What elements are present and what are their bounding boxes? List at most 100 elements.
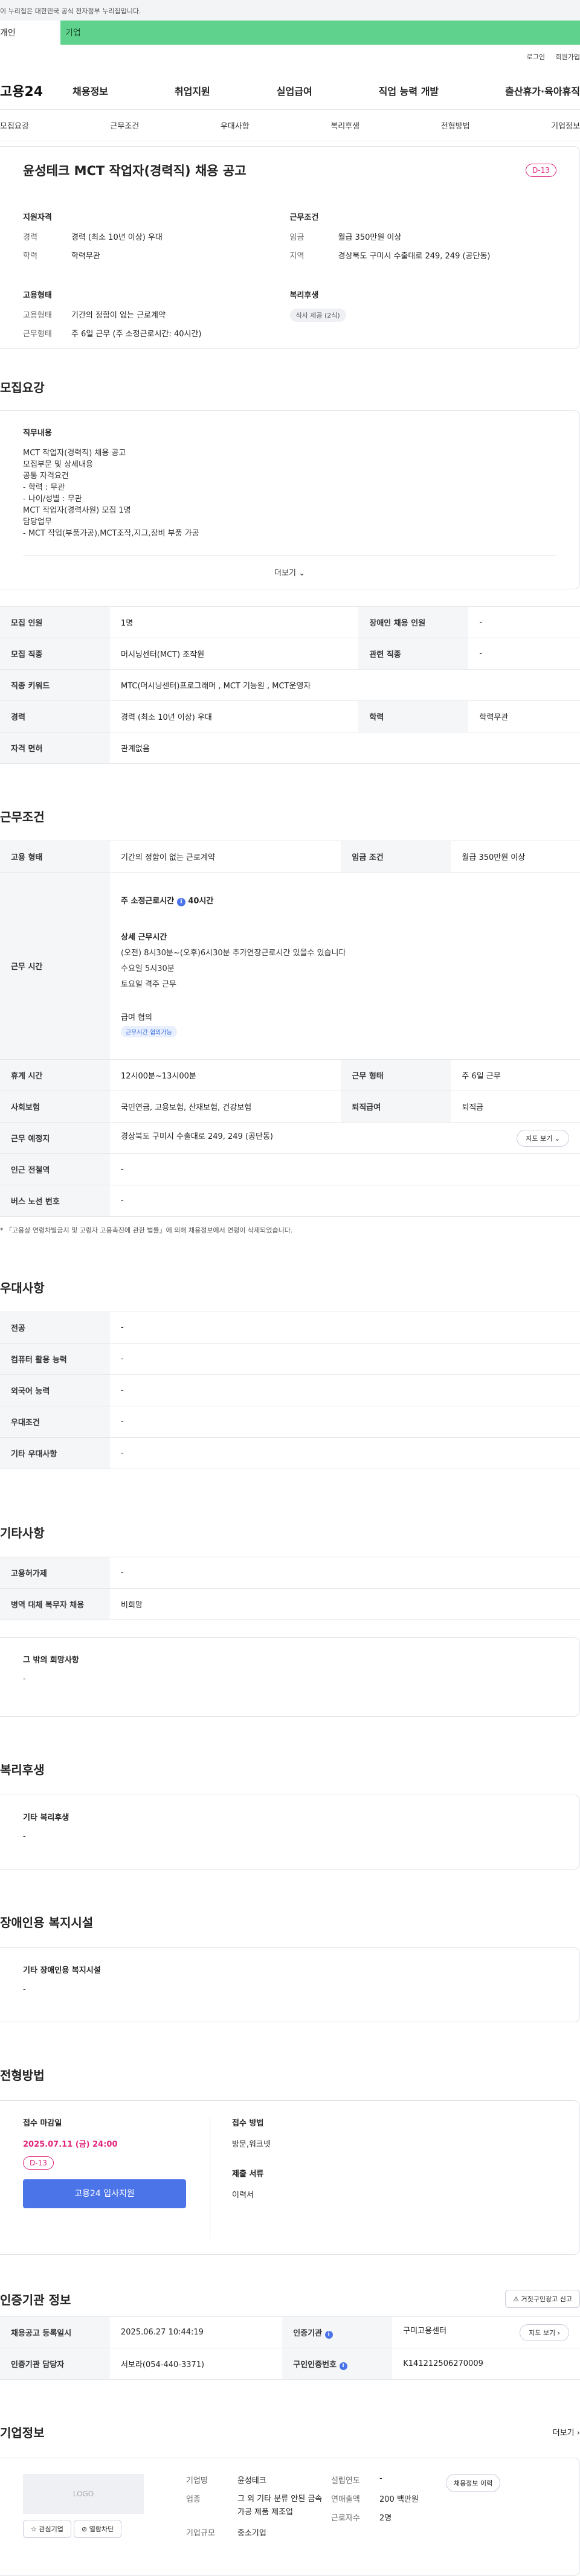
company-more-link[interactable]: 더보기 › <box>553 2426 580 2438</box>
employees-label: 근로자수 <box>331 2514 360 2523</box>
table-row: 병역 대체 복무자 채용 비희망 <box>0 1588 580 1620</box>
other-wishes-box: 그 밖의 희망사항 - <box>0 1637 580 1717</box>
career-value: 경력 (최소 10년 이상) 우대 <box>71 233 163 242</box>
info-icon[interactable]: i <box>339 2362 347 2370</box>
gnb-item-employment-support[interactable]: 취업지원 <box>175 83 210 98</box>
condition-group: 근무조건 임금 월급 350만원 이상 지역 경상북도 구미시 수출대로 249, … <box>290 211 557 268</box>
table-row: 인근 전철역 - <box>0 1153 580 1185</box>
more-button[interactable]: 더보기 ⌄ <box>23 555 556 589</box>
table-header: 인증기관 i <box>282 2316 393 2348</box>
job-title: 윤성테크 MCT 작업자(경력직) 채용 공고 <box>23 164 246 178</box>
job-detail-text: MCT 작업자(경력직) 채용 공고 모집부문 및 상세내용 공통 자격요건 -… <box>23 449 199 538</box>
etc-title: 기타사항 <box>0 1526 45 1540</box>
utility-nav: 로그인 회원가입 <box>0 45 580 71</box>
gnb-item-parental-leave[interactable]: 출산휴가·육아휴직 <box>505 83 580 98</box>
recruitment-table: 모집 인원 1명 장애인 채용 인원 - 모집 직종 머시닝센터(MCT) 조작… <box>0 606 580 764</box>
table-cell: 국민연금, 고용보험, 산재보험, 건강보험 <box>110 1091 341 1123</box>
table-header: 직종 키워드 <box>0 669 110 701</box>
segment-personal-label: 개인 <box>0 28 16 38</box>
map-view-button[interactable]: 지도 보기 ⌄ <box>517 1129 569 1147</box>
method-value: 방문,워크넷 <box>232 2140 271 2149</box>
tab-recruitment[interactable]: 모집요강 <box>0 120 29 131</box>
table-row: 고용 형태 기간의 정함이 없는 근로계약 임금 조건 월급 350만원 이상 <box>0 841 580 873</box>
report-button-label: 거짓구인광고 신고 <box>521 2295 572 2303</box>
company-size-label: 기업규모 <box>186 2529 215 2538</box>
other-wishes-heading: 그 밖의 희망사항 <box>23 1656 79 1665</box>
table-header: 고용허가제 <box>0 1557 110 1589</box>
table-row: 근무 예정지 경상북도 구미시 수출대로 249, 249 (공단동) 지도 보… <box>0 1122 580 1154</box>
table-header: 임금 조건 <box>341 841 451 873</box>
map-view-label: 지도 보기 <box>529 2328 556 2337</box>
agency-section: 인증기관 정보 ⚠ 거짓구인광고 신고 채용공고 등록일시 2025.06.27… <box>0 2290 580 2380</box>
career-label: 경력 <box>23 233 37 242</box>
company-logo-panel: LOGO ☆ 관심기업 ⊘ 열람차단 <box>23 2474 186 2560</box>
table-header: 병역 대체 복무자 채용 <box>0 1588 110 1620</box>
recruitment-title: 모집요강 <box>0 380 45 395</box>
age-notice: * 「고용상 연령차별금지 및 고령자 고용촉진에 관한 법률」에 의해 채용정… <box>0 1226 293 1234</box>
deadline-panel: 접수 마감일 2025.07.11 (금) 24:00 D-13 고용24 입사… <box>23 2116 210 2238</box>
table-row: 전공 - <box>0 1312 580 1344</box>
table-cell: 학력무관 <box>468 700 580 732</box>
table-cell: - <box>110 1312 580 1344</box>
job-history-button[interactable]: 채용정보 이력 <box>446 2474 501 2492</box>
table-cell: 경상북도 구미시 수출대로 249, 249 (공단동) 지도 보기 ⌄ <box>110 1122 580 1154</box>
conditions-title: 근무조건 <box>0 810 45 824</box>
table-header: 외국어 능력 <box>0 1374 110 1406</box>
etc-section: 기타사항 고용허가제 - 병역 대체 복무자 채용 비희망 그 밖의 희망사항 - <box>0 1523 580 1717</box>
apply-button[interactable]: 고용24 입사지원 <box>23 2179 186 2208</box>
preferences-section: 우대사항 전공 - 컴퓨터 활용 능력 - 외국어 능력 - 우대조건 - 기타 우대사… <box>0 1278 580 1469</box>
table-row: 인증기관 담당자 서보라(054-440-3371) 구인인증번호 i K141… <box>0 2348 580 2380</box>
disability-box-heading: 기타 장애인용 복지시설 <box>23 1966 101 1975</box>
education-label: 학력 <box>23 252 37 261</box>
emp-type-label: 고용형태 <box>23 311 52 320</box>
more-button-label: 더보기 <box>274 569 296 578</box>
site-logo[interactable]: 고용24 <box>0 81 72 100</box>
table-row: 기타 우대사항 - <box>0 1437 580 1469</box>
tab-company[interactable]: 기업정보 <box>551 120 580 131</box>
table-cell: 기간의 정함이 없는 근로계약 <box>110 841 341 873</box>
login-link[interactable]: 로그인 <box>527 53 545 61</box>
hours-cell: 주 소정근로시간 i 40시간 상세 근무시간 (오전) 8시30분~(오후)6… <box>110 872 580 1060</box>
table-header: 고용 형태 <box>0 841 110 873</box>
gnb-item-job-training[interactable]: 직업 능력 개발 <box>379 83 439 98</box>
tab-preferences[interactable]: 우대사항 <box>221 120 250 131</box>
deadline-value: 2025.07.11 (금) 24:00 <box>23 2140 118 2149</box>
table-cell: MTC(머시닝센터)프로그래머 , MCT 기능원 , MCT운영자 <box>110 669 580 701</box>
table-header: 근무 예정지 <box>0 1122 110 1154</box>
table-header: 전공 <box>0 1312 110 1344</box>
map-view-button[interactable]: 지도 보기 › <box>520 2324 569 2341</box>
docs-heading: 제출 서류 <box>232 2170 264 2179</box>
info-icon[interactable]: i <box>324 2330 333 2339</box>
job-detail-heading: 직무내용 <box>23 429 52 438</box>
favorite-company-button[interactable]: ☆ 관심기업 <box>23 2520 71 2538</box>
tab-conditions[interactable]: 근무조건 <box>110 120 139 131</box>
gnb-item-unemployment-benefit[interactable]: 실업급여 <box>277 83 312 98</box>
wage-value: 월급 350만원 이상 <box>338 233 402 242</box>
wage-consult: 급여 협의 <box>121 1013 152 1022</box>
table-row: 버스 노선 번호 - <box>0 1185 580 1217</box>
table-row: 고용허가제 - <box>0 1557 580 1589</box>
method-panel: 접수 방법 방문,워크넷 제출 서류 이력서 <box>210 2116 271 2238</box>
join-link[interactable]: 회원가입 <box>556 53 580 61</box>
segment-company[interactable]: 기업 <box>60 21 580 45</box>
company-info-col2: 설립연도 - 연매출액 200 백만원 근로자수 2명 <box>331 2474 446 2560</box>
table-header: 우대조건 <box>0 1406 110 1438</box>
method-heading: 접수 방법 <box>232 2119 264 2128</box>
table-cell: - <box>468 638 580 670</box>
dday-badge: D-13 <box>23 2156 54 2170</box>
disability-box-value: - <box>23 1985 26 1994</box>
table-header: 기타 우대사항 <box>0 1437 110 1469</box>
segment-personal[interactable]: 개인 <box>0 21 60 45</box>
tab-process[interactable]: 전형방법 <box>441 120 470 131</box>
gnb-item-jobs[interactable]: 채용정보 <box>72 83 108 98</box>
block-view-button[interactable]: ⊘ 열람차단 <box>74 2520 122 2538</box>
agency-org-label: 인증기관 <box>293 2328 323 2338</box>
table-header: 휴게 시간 <box>0 1059 110 1091</box>
report-button[interactable]: ⚠ 거짓구인광고 신고 <box>505 2290 580 2308</box>
table-header: 모집 인원 <box>0 606 110 638</box>
gov-notice: 이 누리집은 대한민국 공식 전자정부 누리집입니다. <box>0 0 580 21</box>
tab-welfare[interactable]: 복리후생 <box>330 120 359 131</box>
condition-heading: 근무조건 <box>289 213 319 222</box>
table-header: 근무 형태 <box>341 1059 451 1091</box>
sales-value: 200 백만원 <box>379 2495 419 2504</box>
